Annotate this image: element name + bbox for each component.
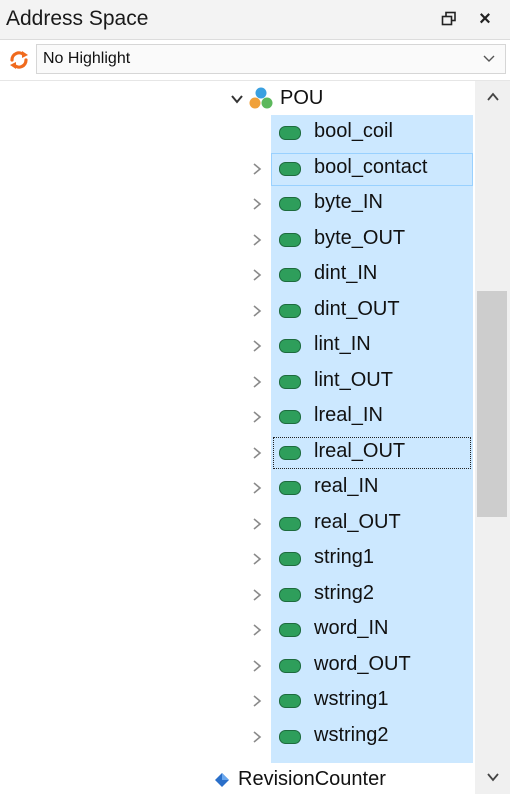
window-restore-icon[interactable] bbox=[438, 8, 460, 30]
tree-node-wstring2[interactable]: wstring2 bbox=[0, 719, 474, 754]
tree-node-label: RevisionCounter bbox=[238, 768, 386, 790]
tree-node-byte-in[interactable]: byte_IN bbox=[0, 186, 474, 221]
highlight-select[interactable]: No Highlight bbox=[36, 44, 506, 74]
tree-node-label: dint_OUT bbox=[314, 297, 400, 320]
chevron-right-icon[interactable] bbox=[250, 481, 264, 495]
chevron-right-icon[interactable] bbox=[250, 446, 264, 460]
variable-tag-icon bbox=[279, 694, 301, 708]
address-space-tree: POU bool_coil bool_contact byte_IN byte_OUT… bbox=[0, 80, 510, 794]
refresh-icon[interactable] bbox=[8, 49, 30, 71]
tree-node-label: real_OUT bbox=[314, 510, 401, 533]
chevron-right-icon[interactable] bbox=[250, 659, 264, 673]
tree-node-string2[interactable]: string2 bbox=[0, 577, 474, 612]
tree-node-label: bool_coil bbox=[314, 120, 393, 142]
chevron-down-icon[interactable] bbox=[230, 92, 244, 106]
variable-tag-icon bbox=[279, 587, 301, 602]
tree-node-lreal-out[interactable]: lreal_OUT bbox=[0, 435, 474, 470]
chevron-right-icon[interactable] bbox=[250, 375, 264, 389]
tree-node-lreal-in[interactable]: lreal_IN bbox=[0, 399, 474, 434]
variable-tag-icon bbox=[279, 232, 301, 247]
tree-node-dint-in[interactable]: dint_IN bbox=[0, 257, 474, 292]
tree-node-label: lint_IN bbox=[314, 333, 371, 355]
tree-node-label: wstring1 bbox=[314, 688, 389, 710]
chevron-down-icon[interactable] bbox=[481, 50, 497, 66]
tree-node-label: real_IN bbox=[314, 475, 379, 497]
variable-tag-icon bbox=[279, 729, 301, 744]
chevron-right-icon[interactable] bbox=[250, 623, 264, 637]
chevron-right-icon[interactable] bbox=[250, 552, 264, 566]
tree-node-bool-coil[interactable]: bool_coil bbox=[0, 115, 474, 150]
tree-node-dint-out[interactable]: dint_OUT bbox=[0, 293, 474, 328]
variable-tag-icon bbox=[279, 481, 301, 495]
variable-tag-icon bbox=[279, 516, 301, 531]
scroll-up-icon[interactable] bbox=[485, 89, 501, 105]
tree-node-word-in[interactable]: word_IN bbox=[0, 612, 474, 647]
highlight-toolbar: No Highlight bbox=[0, 41, 510, 77]
chevron-right-icon[interactable] bbox=[250, 304, 264, 318]
chevron-right-icon[interactable] bbox=[250, 162, 264, 176]
variable-tag-icon bbox=[279, 197, 301, 211]
tree-node-word-out[interactable]: word_OUT bbox=[0, 648, 474, 683]
close-icon[interactable]: × bbox=[474, 8, 496, 30]
chevron-right-icon[interactable] bbox=[250, 233, 264, 247]
tree-node-label: bool_contact bbox=[314, 155, 428, 178]
variable-tag-icon bbox=[279, 623, 301, 637]
tree-node-label: word_OUT bbox=[314, 652, 411, 675]
variable-tag-icon bbox=[279, 552, 301, 566]
highlight-select-value: No Highlight bbox=[43, 50, 131, 67]
variable-tag-icon bbox=[279, 339, 301, 353]
tree-node-lint-in[interactable]: lint_IN bbox=[0, 328, 474, 363]
tree-node-label: dint_IN bbox=[314, 262, 378, 284]
tree-node-wstring1[interactable]: wstring1 bbox=[0, 683, 474, 718]
tree-node-label: byte_IN bbox=[314, 191, 383, 213]
object-cluster-icon bbox=[248, 86, 274, 112]
chevron-right-icon[interactable] bbox=[250, 268, 264, 282]
property-diamond-icon bbox=[215, 773, 229, 787]
tree-node-label: string2 bbox=[314, 581, 375, 604]
chevron-right-icon[interactable] bbox=[250, 197, 264, 211]
tree-node-label: byte_OUT bbox=[314, 226, 406, 249]
tree-node-label: string1 bbox=[314, 546, 375, 568]
panel-title: Address Space bbox=[6, 7, 149, 30]
tree-node-label: POU bbox=[280, 87, 324, 109]
variable-tag-icon bbox=[279, 268, 301, 282]
chevron-right-icon[interactable] bbox=[250, 730, 264, 744]
vertical-scrollbar[interactable] bbox=[475, 81, 510, 794]
panel-titlebar: Address Space × bbox=[0, 0, 510, 40]
variable-tag-icon bbox=[279, 410, 301, 424]
tree-node-string1[interactable]: string1 bbox=[0, 541, 474, 576]
tree-node-revisioncounter[interactable]: RevisionCounter bbox=[0, 763, 474, 794]
tree-node-label: lreal_IN bbox=[314, 404, 383, 426]
tree-node-label: lreal_OUT bbox=[314, 439, 406, 462]
chevron-right-icon[interactable] bbox=[250, 517, 264, 531]
variable-tag-icon bbox=[279, 374, 301, 389]
chevron-right-icon[interactable] bbox=[250, 694, 264, 708]
tree-node-real-in[interactable]: real_IN bbox=[0, 470, 474, 505]
tree-node-byte-out[interactable]: byte_OUT bbox=[0, 222, 474, 257]
tree-node-label: wstring2 bbox=[314, 723, 389, 746]
tree-node-pou[interactable]: POU bbox=[0, 81, 474, 116]
tree-node-label: lint_OUT bbox=[314, 368, 393, 391]
tree-node-real-out[interactable]: real_OUT bbox=[0, 506, 474, 541]
variable-tag-icon bbox=[279, 126, 301, 140]
chevron-right-icon[interactable] bbox=[250, 410, 264, 424]
variable-tag-icon bbox=[279, 445, 301, 460]
scrollbar-thumb[interactable] bbox=[477, 291, 507, 517]
chevron-right-icon[interactable] bbox=[250, 339, 264, 353]
scroll-down-icon[interactable] bbox=[485, 769, 501, 785]
chevron-right-icon[interactable] bbox=[250, 588, 264, 602]
variable-tag-icon bbox=[279, 303, 301, 318]
tree-node-lint-out[interactable]: lint_OUT bbox=[0, 364, 474, 399]
variable-tag-icon bbox=[279, 161, 301, 176]
tree-node-bool-contact[interactable]: bool_contact bbox=[0, 151, 474, 186]
tree-node-label: word_IN bbox=[314, 617, 389, 639]
variable-tag-icon bbox=[279, 658, 301, 673]
